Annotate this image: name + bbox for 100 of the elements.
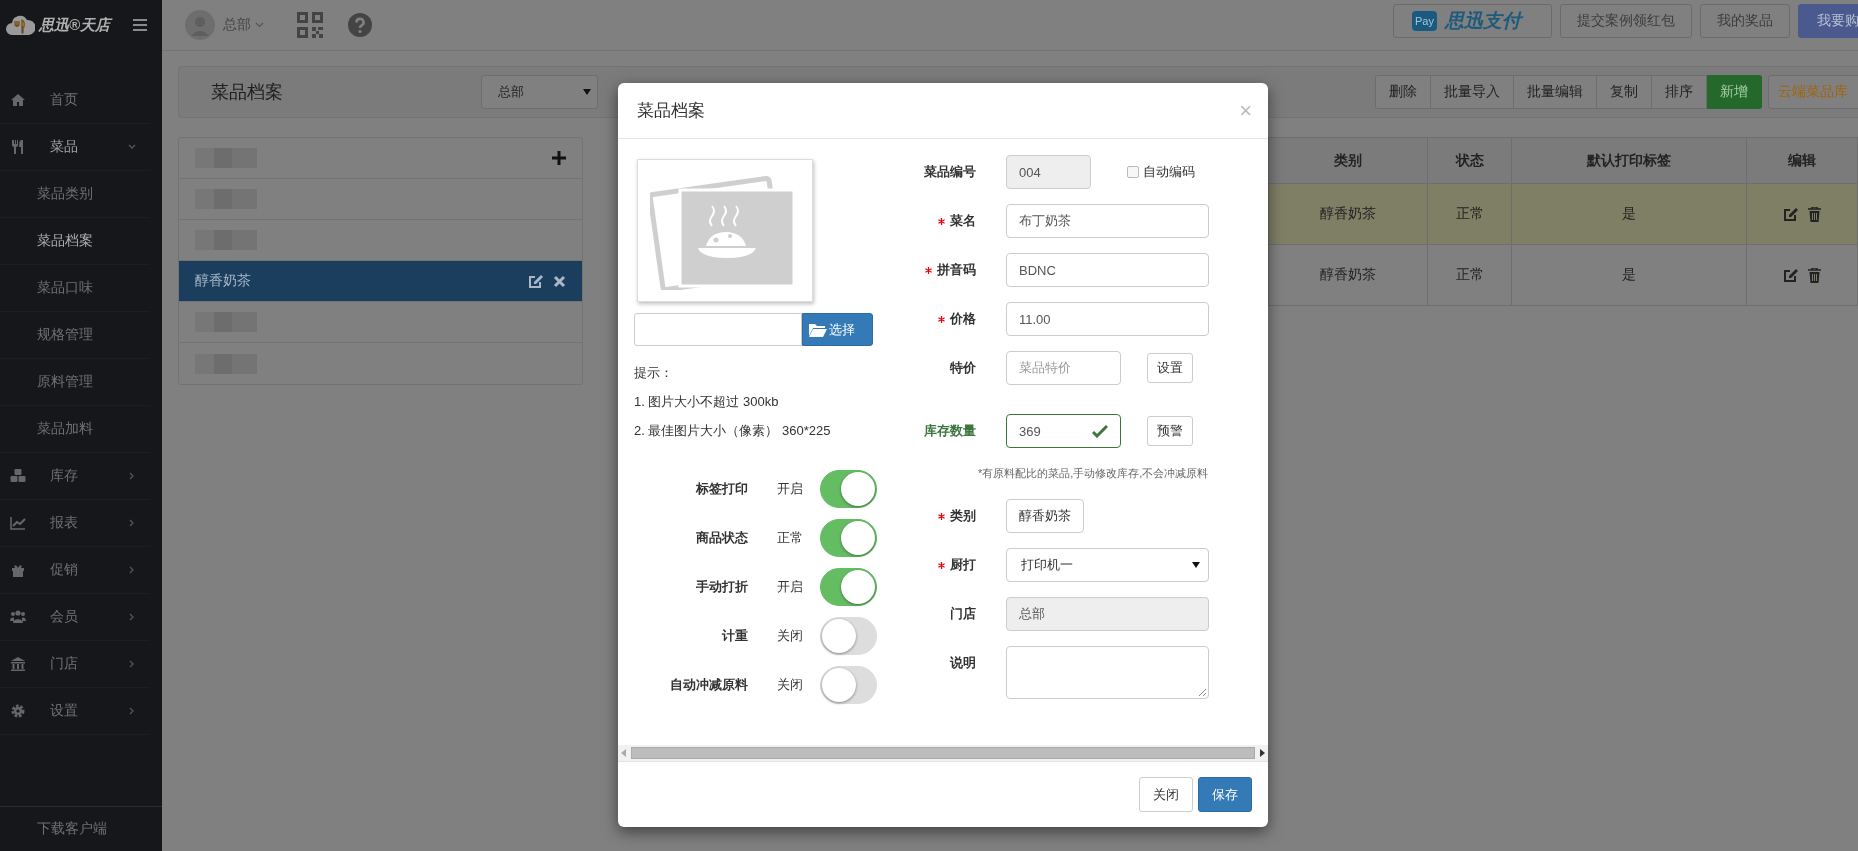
pay-badge: Pay: [1412, 11, 1437, 31]
edit-icon[interactable]: [1783, 267, 1799, 283]
field-label: 门店: [950, 605, 976, 623]
sub-nav-item[interactable]: 菜品口味: [0, 265, 150, 312]
toggle-status: 正常: [777, 529, 804, 547]
caret-icon: [583, 89, 591, 95]
nav-item[interactable]: 库存: [0, 453, 150, 500]
column-header: 默认打印标签: [1511, 137, 1747, 184]
toggle-switch[interactable]: [820, 519, 877, 557]
nav-item[interactable]: 报表: [0, 500, 150, 547]
toggle-switch[interactable]: [820, 568, 877, 606]
choose-button[interactable]: 选择: [802, 313, 873, 346]
resize-handle-icon: [1198, 688, 1206, 696]
textarea-field[interactable]: [1006, 646, 1209, 699]
toolbar-button[interactable]: 删除: [1375, 75, 1431, 109]
toggle-label: 自动冲减原料: [669, 676, 748, 694]
toolbar-button[interactable]: 新增: [1707, 75, 1762, 109]
field-label: 特价: [950, 359, 976, 377]
users-icon: [10, 609, 26, 625]
dialog-title: 菜品档案: [637, 100, 705, 122]
nav-item[interactable]: 促销: [0, 547, 150, 594]
top-button[interactable]: 我要购: [1798, 4, 1858, 38]
logo-icon: [5, 13, 35, 37]
avatar-icon: [185, 10, 215, 40]
field-label: 菜品编号: [924, 163, 976, 181]
dialog-button[interactable]: 关闭: [1139, 777, 1193, 812]
table-cell: 是: [1511, 183, 1747, 245]
column-header: 状态: [1427, 137, 1512, 184]
hint-text: 1. 图片大小不超过 300kb: [634, 393, 780, 411]
download-link[interactable]: 下载客户端: [0, 806, 162, 851]
chevron-icon: [255, 22, 264, 28]
field-label: 菜名: [950, 212, 976, 230]
column-header: 编辑: [1746, 137, 1858, 184]
sub-nav-item[interactable]: 菜品类别: [0, 171, 150, 218]
hint-title: 提示：: [634, 364, 674, 382]
close-icon[interactable]: [553, 274, 566, 288]
folder-icon: [809, 322, 827, 337]
category-button[interactable]: 醇香奶茶: [1006, 499, 1084, 533]
table-cell: 是: [1511, 244, 1747, 306]
nav-item[interactable]: 首页: [0, 77, 150, 124]
trash-icon[interactable]: [1808, 206, 1822, 222]
field-label: 库存数量: [924, 422, 976, 440]
input-field[interactable]: 369: [1006, 414, 1121, 448]
horizontal-scrollbar[interactable]: [618, 745, 1268, 761]
toggle-status: 开启: [777, 578, 804, 596]
help-icon[interactable]: [348, 13, 372, 37]
caret-icon: [1192, 562, 1200, 568]
checkbox-label: 自动编码: [1143, 163, 1195, 181]
top-button[interactable]: 我的奖品: [1700, 4, 1790, 38]
nav-item[interactable]: 门店: [0, 641, 150, 688]
scroll-right-icon: [1260, 749, 1265, 757]
add-icon[interactable]: [552, 151, 566, 165]
dialog-button[interactable]: 保存: [1198, 777, 1252, 812]
field-label: 价格: [950, 310, 976, 328]
table-cell: 正常: [1427, 244, 1512, 306]
cubes-icon: [10, 468, 26, 484]
sub-nav-item[interactable]: 菜品加料: [0, 406, 150, 453]
check-icon: [1092, 424, 1108, 438]
sub-nav-item[interactable]: 菜品档案: [0, 218, 150, 265]
file-path-field[interactable]: [634, 313, 802, 346]
nav-item[interactable]: 菜品: [0, 124, 150, 171]
store-select[interactable]: 总部: [481, 75, 598, 109]
toolbar-button[interactable]: 批量编辑: [1514, 75, 1597, 109]
nav-item[interactable]: 设置: [0, 688, 150, 735]
input-field[interactable]: 菜品特价: [1006, 351, 1121, 385]
column-header: 类别: [1268, 137, 1428, 184]
trash-icon[interactable]: [1808, 267, 1822, 283]
edit-icon[interactable]: [1783, 206, 1799, 222]
home-icon: [10, 92, 26, 108]
toolbar-button[interactable]: 复制: [1597, 75, 1652, 109]
select-field[interactable]: 打印机一: [1006, 548, 1209, 582]
sub-nav-item[interactable]: 原料管理: [0, 359, 150, 406]
gear-icon: [10, 703, 26, 719]
table-cell: 正常: [1427, 183, 1512, 245]
side-button[interactable]: 设置: [1147, 353, 1193, 383]
toggle-label: 手动打折: [695, 578, 748, 596]
top-button[interactable]: 提交案例领红包: [1560, 4, 1692, 38]
toggle-label: 标签打印: [695, 480, 748, 498]
menu-icon[interactable]: [132, 18, 148, 32]
sub-nav-item[interactable]: 规格管理: [0, 312, 150, 359]
cutlery-icon: [10, 139, 26, 155]
line-chart-icon: [10, 515, 26, 531]
toolbar-button[interactable]: 排序: [1652, 75, 1707, 109]
toolbar-button[interactable]: 批量导入: [1431, 75, 1514, 109]
side-button[interactable]: 预警: [1147, 416, 1193, 446]
nav-item[interactable]: 会员: [0, 594, 150, 641]
toggle-switch[interactable]: [820, 470, 877, 508]
field-label: 拼音码: [937, 261, 976, 279]
pay-button[interactable]: Pay 思迅支付: [1393, 4, 1552, 38]
logo-text: 思迅®天店: [39, 15, 111, 35]
edit-icon[interactable]: [528, 273, 543, 289]
page-title: 菜品档案: [211, 81, 283, 104]
input-field[interactable]: BDNC: [1006, 253, 1209, 287]
input-field[interactable]: 11.00: [1006, 302, 1209, 336]
qr-code-icon[interactable]: [297, 12, 323, 38]
category-item[interactable]: 醇香奶茶: [179, 261, 582, 302]
input-field[interactable]: 布丁奶茶: [1006, 204, 1209, 238]
bank-icon: [10, 656, 26, 672]
field-label: 厨打: [950, 556, 976, 574]
field-label: 说明: [950, 654, 976, 672]
